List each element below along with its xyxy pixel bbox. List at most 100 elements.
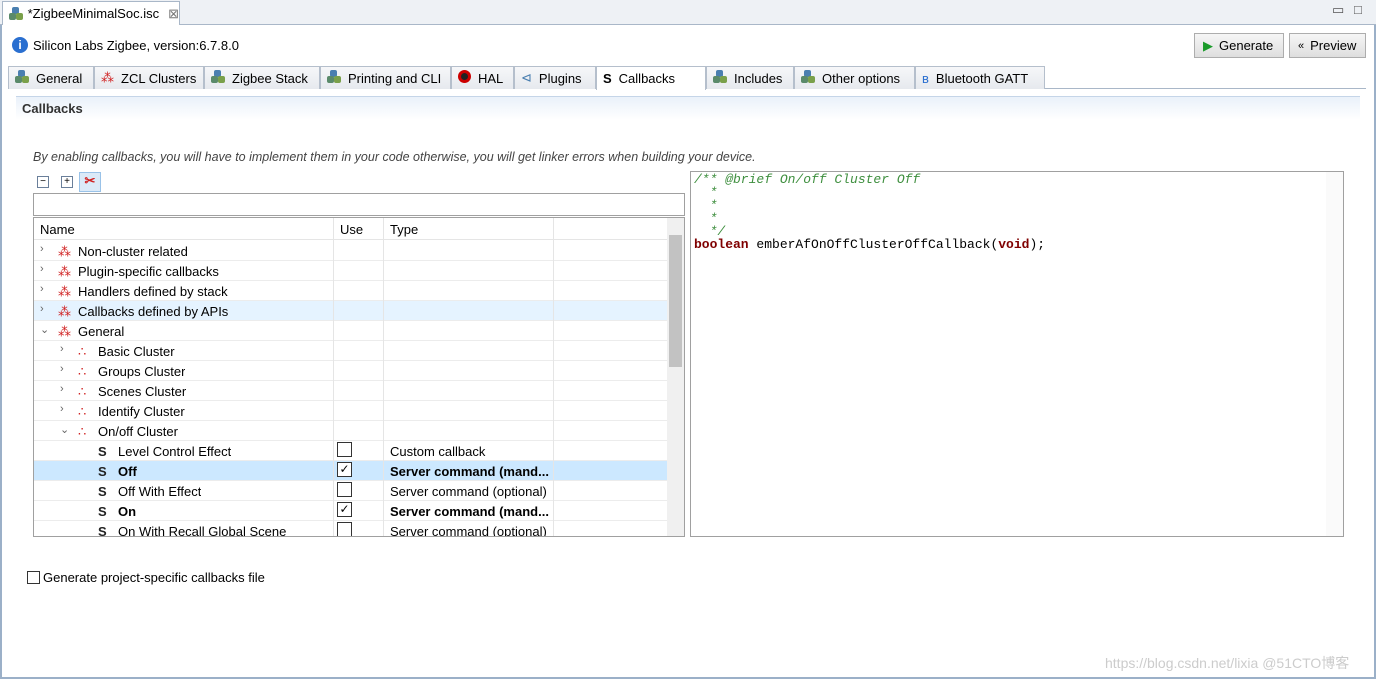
use-checkbox[interactable] [337, 442, 352, 457]
callback-icon: S [98, 464, 107, 479]
tree-row[interactable]: ⌄ ⁂ General [34, 321, 667, 341]
row-name: Handlers defined by stack [78, 284, 228, 299]
tree-row[interactable]: S On With Recall Global Scene Server comma… [34, 521, 667, 536]
tree-row[interactable]: S On ✓ Server command (mand... [34, 501, 667, 521]
scrollbar-thumb[interactable] [669, 235, 682, 367]
chevron-right-icon[interactable]: › [40, 303, 44, 315]
editor-tab-title: *ZigbeeMinimalSoc.isc [27, 6, 160, 21]
row-name: Off With Effect [118, 484, 202, 499]
column-type[interactable]: Type [390, 222, 418, 237]
tab-zcl-clusters[interactable]: ⁂ ZCL Clusters [94, 66, 204, 89]
row-type: Server command (mand... [390, 504, 549, 519]
tab-printing-and-cli[interactable]: Printing and CLI [320, 66, 451, 89]
info-icon: i [12, 37, 28, 53]
tree-row[interactable]: S Off With Effect Server command (optional… [34, 481, 667, 501]
code-keyword: void [998, 237, 1030, 252]
cubes-icon [15, 70, 29, 86]
close-icon[interactable]: ⊠ [168, 6, 179, 22]
tab-bar: General ⁂ ZCL Clusters Zigbee Stack Printing… [8, 66, 1366, 90]
cubes-icon [327, 70, 341, 86]
tree-row[interactable]: › ⁂ Plugin-specific callbacks [34, 261, 667, 281]
expand-all-icon[interactable]: + [61, 176, 73, 188]
tree-header: Name Use Type [34, 218, 667, 240]
tab-label: ZCL Clusters [121, 70, 197, 86]
cluster-icon: ∴ [78, 384, 87, 399]
code-comment: /** @brief On/off Cluster Off [694, 172, 921, 187]
cluster-icon: ∴ [78, 344, 87, 359]
tree-row[interactable]: › ∴ Groups Cluster [34, 361, 667, 381]
cubes-icon [211, 70, 225, 86]
generate-callbacks-file-checkbox[interactable] [27, 571, 40, 584]
chevron-right-icon[interactable]: › [60, 343, 64, 355]
chevron-down-icon[interactable]: ⌄ [60, 423, 69, 436]
tree-row[interactable]: S Off ✓ Server command (mand... [34, 461, 667, 481]
version-info: Silicon Labs Zigbee, version:6.7.8.0 [33, 38, 239, 53]
use-checkbox[interactable] [337, 522, 352, 536]
generate-button[interactable]: ▶ Generate [1194, 33, 1284, 58]
tab-general[interactable]: General [8, 66, 94, 89]
code-comment: * [694, 211, 718, 226]
tree-row[interactable]: › ⁂ Callbacks defined by APIs [34, 301, 667, 321]
cluster-icon: ∴ [78, 404, 87, 419]
tree-row[interactable]: › ∴ Identify Cluster [34, 401, 667, 421]
use-checkbox[interactable]: ✓ [337, 462, 352, 477]
tab-includes[interactable]: Includes [706, 66, 794, 89]
minimize-button[interactable]: ▭ [1332, 2, 1344, 18]
callback-icon: S [98, 484, 107, 499]
filter-input[interactable] [33, 193, 685, 216]
callback-icon: S [603, 71, 612, 86]
chevron-right-icon[interactable]: › [40, 283, 44, 295]
cluster-icon: ∴ [78, 424, 87, 439]
preview-label: Preview [1310, 38, 1357, 53]
tree-row[interactable]: S Level Control Effect Custom callback [34, 441, 667, 461]
cluster-group-icon: ⁂ [58, 264, 71, 279]
tab-other-options[interactable]: Other options [794, 66, 915, 89]
code-scrollbar[interactable] [1326, 172, 1343, 536]
chevron-right-icon[interactable]: › [60, 383, 64, 395]
editor-tab[interactable]: *ZigbeeMinimalSoc.isc ⊠ [2, 1, 180, 25]
column-use[interactable]: Use [340, 222, 363, 237]
generate-label: Generate [1219, 38, 1274, 53]
description: By enabling callbacks, you will have to … [33, 150, 756, 164]
section-title: Callbacks [22, 101, 83, 116]
preview-button[interactable]: « Preview [1289, 33, 1366, 58]
tab-callbacks[interactable]: S Callbacks [596, 66, 706, 90]
cluster-icon: ⁂ [101, 70, 114, 85]
code-comment: * [694, 185, 718, 200]
tab-label: Other options [822, 70, 901, 86]
code-preview: /** @brief On/off Cluster Off * * * */ b… [690, 171, 1344, 537]
code-comment: * [694, 198, 718, 213]
row-type: Server command (mand... [390, 464, 549, 479]
row-name: On [118, 504, 137, 519]
chevron-right-icon[interactable]: › [60, 403, 64, 415]
row-type: Server command (optional) [390, 484, 547, 499]
use-checkbox[interactable] [337, 482, 352, 497]
row-type: Custom callback [390, 444, 486, 459]
tree-scrollbar[interactable] [667, 218, 684, 536]
cluster-group-icon: ⁂ [58, 244, 71, 259]
row-name: Basic Cluster [98, 344, 175, 359]
tab-plugins[interactable]: ⊲ Plugins [514, 66, 596, 89]
chevron-right-icon[interactable]: › [40, 263, 44, 275]
chevron-right-icon[interactable]: › [60, 363, 64, 375]
tree-row[interactable]: › ⁂ Non-cluster related [34, 241, 667, 261]
generate-callbacks-file-label: Generate project-specific callbacks file [43, 570, 265, 585]
row-name: Level Control Effect [118, 444, 232, 459]
tab-label: HAL [478, 70, 504, 86]
chevron-down-icon[interactable]: ⌄ [40, 323, 49, 336]
chevron-right-icon[interactable]: › [40, 243, 44, 255]
tree-row[interactable]: ⌄ ∴ On/off Cluster [34, 421, 667, 441]
tab-bluetooth-gatt[interactable]: ʙ Bluetooth GATT [915, 66, 1045, 89]
maximize-button[interactable]: □ [1354, 2, 1362, 17]
filter-toggle-icon[interactable]: ✂ [79, 172, 101, 192]
use-checkbox[interactable]: ✓ [337, 502, 352, 517]
tab-zigbee-stack[interactable]: Zigbee Stack [204, 66, 320, 89]
tab-hal[interactable]: HAL [451, 66, 514, 89]
tree-row[interactable]: › ∴ Basic Cluster [34, 341, 667, 361]
tree-row[interactable]: › ∴ Scenes Cluster [34, 381, 667, 401]
collapse-all-icon[interactable]: − [37, 176, 49, 188]
column-name[interactable]: Name [40, 222, 75, 237]
tree-row[interactable]: › ⁂ Handlers defined by stack [34, 281, 667, 301]
callback-icon: S [98, 504, 107, 519]
hal-icon [458, 70, 471, 86]
